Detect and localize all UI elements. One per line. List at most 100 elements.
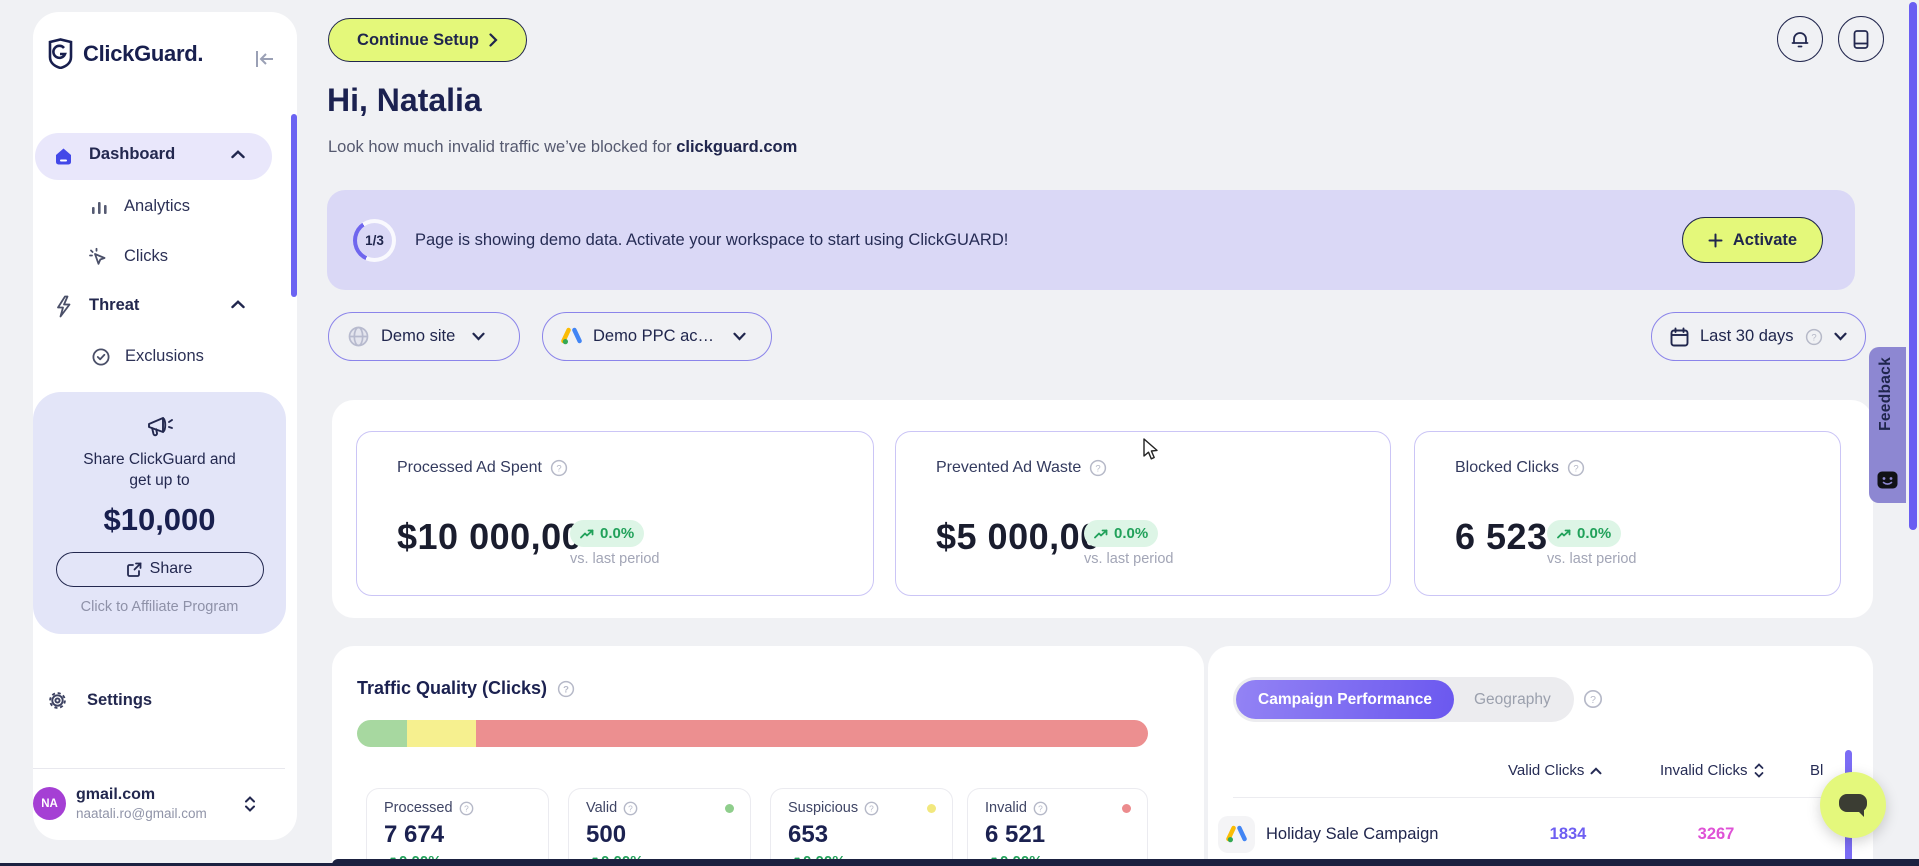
avatar: NA: [33, 787, 66, 820]
help-icon[interactable]: ?: [864, 801, 879, 816]
help-icon[interactable]: ?: [1567, 459, 1585, 477]
change-badge: 0.0%: [570, 520, 644, 547]
sidebar-item-threat[interactable]: Threat: [89, 296, 139, 315]
app-logo[interactable]: ClickGuard.: [47, 38, 203, 69]
bar-chart-icon: [91, 198, 109, 216]
user-email: naatali.ro@gmail.com: [76, 806, 207, 821]
invalid-segment: [476, 720, 1148, 747]
chevron-up-icon[interactable]: [231, 300, 245, 309]
chevron-down-icon: [733, 332, 746, 341]
valid-segment: [357, 720, 407, 747]
megaphone-icon: [33, 392, 286, 440]
svg-text:?: ?: [1038, 803, 1043, 813]
sidebar-item-exclusions[interactable]: Exclusions: [125, 347, 204, 366]
plus-icon: [1708, 233, 1723, 248]
sidebar-item-clicks[interactable]: Clicks: [124, 247, 168, 266]
page-subtitle: Look how much invalid traffic we’ve bloc…: [328, 138, 797, 157]
sidebar-item-dashboard-label: Dashboard: [89, 145, 175, 164]
workspace-name: gmail.com: [76, 786, 207, 804]
sidebar-item-settings[interactable]: Settings: [87, 691, 152, 710]
mini-card-invalid: Invalid ? 6 521 0.00%: [967, 788, 1148, 866]
campaign-performance-section: Campaign Performance Geography ? Valid C…: [1208, 646, 1873, 866]
chevron-up-icon[interactable]: [231, 150, 245, 159]
google-ads-icon: [561, 327, 582, 346]
feedback-smiley-icon: [1877, 471, 1898, 491]
chat-icon: [1837, 790, 1869, 820]
bell-icon: [1790, 29, 1810, 50]
mini-card-processed: Processed ? 7 674 0.00%: [366, 788, 549, 866]
continue-setup-label: Continue Setup: [357, 31, 479, 50]
site-filter-dropdown[interactable]: Demo site: [328, 312, 520, 361]
mini-card-valid: Valid ? 500 0.00%: [568, 788, 751, 866]
badge-check-icon: [91, 347, 111, 367]
select-arrows-icon[interactable]: [243, 795, 257, 813]
docs-button[interactable]: [1838, 16, 1884, 62]
sort-both-icon: [1754, 763, 1764, 778]
help-icon[interactable]: ?: [1089, 459, 1107, 477]
column-blocked-clicks[interactable]: Bl: [1810, 762, 1823, 779]
promo-amount: $10,000: [33, 502, 286, 538]
chevron-right-icon: [489, 33, 498, 47]
affiliate-promo-card[interactable]: Share ClickGuard and get up to $10,000 S…: [33, 392, 286, 634]
sidebar-item-analytics[interactable]: Analytics: [124, 197, 190, 216]
invalid-clicks-value: 3267: [1676, 825, 1756, 844]
share-button-label: Share: [150, 560, 193, 578]
feedback-tab[interactable]: Feedback: [1869, 347, 1906, 503]
traffic-quality-bar: [357, 720, 1148, 747]
page-scrollbar-thumb[interactable]: [1909, 2, 1917, 530]
bottom-bar: [332, 859, 1919, 866]
date-range-dropdown[interactable]: Last 30 days ?: [1651, 312, 1866, 361]
feedback-label: Feedback: [1877, 357, 1895, 431]
collapse-sidebar-icon[interactable]: [251, 46, 277, 72]
stat-value: $10 000,00: [397, 516, 582, 558]
help-icon[interactable]: ?: [1033, 801, 1048, 816]
sidebar: ClickGuard. Dashboard Analytics Clicks T…: [33, 12, 297, 840]
activate-button[interactable]: Activate: [1682, 217, 1823, 263]
svg-text:?: ?: [1096, 463, 1101, 474]
help-icon[interactable]: ?: [1805, 328, 1823, 346]
svg-text:?: ?: [556, 463, 561, 474]
stat-card-blocked-clicks: Blocked Clicks ? 6 523 0.0% vs. last per…: [1414, 431, 1841, 596]
svg-text:?: ?: [563, 684, 569, 695]
help-icon[interactable]: ?: [557, 680, 575, 698]
column-valid-clicks[interactable]: Valid Clicks: [1508, 762, 1602, 779]
affiliate-link[interactable]: Click to Affiliate Program: [33, 599, 286, 615]
mini-value: 7 674: [384, 821, 444, 849]
ppc-account-dropdown[interactable]: Demo PPC ac…: [542, 312, 772, 361]
panel-tabs: Campaign Performance Geography: [1233, 677, 1574, 722]
suspicious-dot: [927, 804, 936, 813]
chevron-down-icon: [472, 332, 485, 341]
continue-setup-button[interactable]: Continue Setup: [328, 18, 527, 62]
help-icon[interactable]: ?: [1583, 689, 1603, 709]
help-icon[interactable]: ?: [550, 459, 568, 477]
change-badge: 0.0%: [1084, 520, 1158, 547]
trend-up-icon: [580, 529, 594, 539]
promo-text: Share ClickGuard and get up to: [75, 450, 245, 492]
book-icon: [1852, 29, 1870, 50]
setup-step: 1/3: [365, 233, 384, 248]
tab-campaign-performance[interactable]: Campaign Performance: [1236, 680, 1454, 719]
page-title: Hi, Natalia: [327, 82, 482, 119]
gear-icon: [46, 689, 69, 712]
sidebar-scrollbar-thumb[interactable]: [291, 114, 297, 297]
sidebar-divider: [33, 768, 285, 769]
sort-asc-icon: [1590, 767, 1602, 775]
activate-label: Activate: [1733, 231, 1797, 250]
cursor-click-icon: [88, 247, 109, 268]
chat-launcher[interactable]: [1820, 772, 1886, 838]
tab-geography[interactable]: Geography: [1454, 691, 1571, 709]
site-domain: clickguard.com: [676, 138, 797, 156]
stat-note: vs. last period: [1084, 551, 1173, 567]
column-invalid-clicks[interactable]: Invalid Clicks: [1660, 762, 1764, 779]
traffic-quality-title: Traffic Quality (Clicks): [357, 678, 547, 699]
stat-title: Prevented Ad Waste: [936, 459, 1081, 477]
stat-note: vs. last period: [570, 551, 659, 567]
setup-progress-ring: 1/3: [353, 219, 396, 262]
svg-text:?: ?: [464, 803, 469, 813]
help-icon[interactable]: ?: [623, 801, 638, 816]
share-button[interactable]: Share: [56, 552, 264, 587]
help-icon[interactable]: ?: [459, 801, 474, 816]
mini-card-suspicious: Suspicious ? 653 0.00%: [770, 788, 953, 866]
account-switcher[interactable]: NA gmail.com naatali.ro@gmail.com: [33, 786, 257, 821]
notifications-button[interactable]: [1777, 16, 1823, 62]
